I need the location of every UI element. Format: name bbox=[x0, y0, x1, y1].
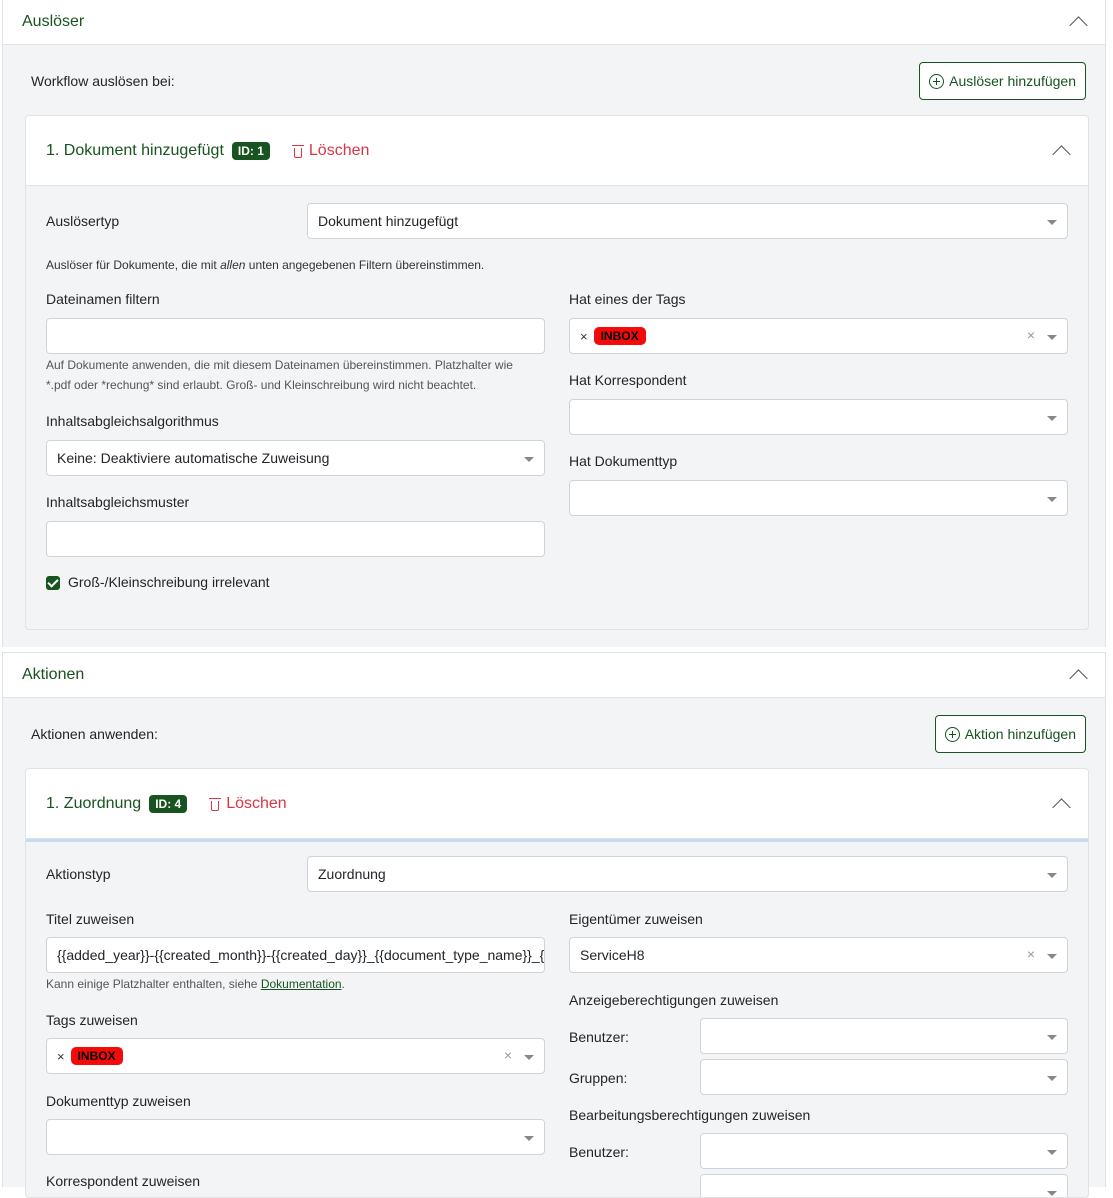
trigger-card-header[interactable]: 1. Dokument hinzugefügt ID: 1 Löschen bbox=[26, 116, 1088, 186]
chevron-down-icon bbox=[524, 457, 534, 462]
trigger-type-label: Auslösertyp bbox=[46, 213, 120, 229]
chevron-down-icon bbox=[1047, 1076, 1057, 1081]
action-type-label: Aktionstyp bbox=[46, 866, 111, 882]
assign-tags-select[interactable]: × INBOX × bbox=[46, 1038, 545, 1074]
chevron-up-icon[interactable] bbox=[1052, 797, 1071, 817]
chevron-down-icon bbox=[1047, 335, 1057, 340]
assign-title-input[interactable]: {{added_year}}-{{created_month}}-{{creat… bbox=[46, 937, 545, 973]
case-insensitive-label: Groß-/Kleinschreibung irrelevant bbox=[68, 574, 270, 590]
view-users-select[interactable] bbox=[700, 1018, 1068, 1054]
action-type-value: Zuordnung bbox=[318, 866, 386, 882]
chevron-down-icon bbox=[1047, 954, 1057, 959]
remove-tag-icon[interactable]: × bbox=[580, 329, 588, 344]
actions-section-header[interactable]: Aktionen bbox=[2, 652, 1106, 698]
trigger-card-title: 1. Dokument hinzugefügt bbox=[46, 141, 224, 159]
id-badge: ID: 4 bbox=[149, 794, 188, 813]
clear-icon[interactable]: × bbox=[1027, 946, 1035, 962]
view-groups-label: Gruppen: bbox=[569, 1070, 628, 1086]
assign-tags-label: Tags zuweisen bbox=[46, 1012, 138, 1028]
view-groups-select[interactable] bbox=[700, 1059, 1068, 1095]
chevron-up-icon[interactable] bbox=[1052, 144, 1071, 164]
action-card-title: 1. Zuordnung bbox=[46, 794, 142, 812]
delete-action-button[interactable]: Löschen bbox=[209, 795, 287, 813]
chevron-up-icon[interactable] bbox=[1069, 16, 1088, 35]
filename-filter-input[interactable] bbox=[46, 318, 545, 354]
add-trigger-button[interactable]: Auslöser hinzufügen bbox=[919, 62, 1086, 100]
has-correspondent-label: Hat Korrespondent bbox=[569, 372, 687, 388]
trigger-type-select[interactable]: Dokument hinzugefügt bbox=[307, 203, 1068, 239]
triggers-section-body: Workflow auslösen bei: Auslöser hinzufüg… bbox=[2, 45, 1106, 647]
edit-groups-select[interactable] bbox=[700, 1174, 1068, 1197]
actions-section-body: Aktionen anwenden: Aktion hinzufügen 1. … bbox=[2, 698, 1106, 1198]
remove-tag-icon[interactable]: × bbox=[57, 1049, 65, 1064]
triggers-lead-label: Workflow auslösen bei: bbox=[31, 73, 175, 89]
plus-circle-icon bbox=[929, 73, 945, 89]
plus-circle-icon bbox=[944, 726, 960, 742]
add-action-button[interactable]: Aktion hinzufügen bbox=[934, 715, 1086, 753]
edit-users-select[interactable] bbox=[700, 1133, 1068, 1169]
chevron-down-icon bbox=[1047, 1150, 1057, 1155]
chevron-down-icon bbox=[1047, 220, 1057, 225]
matching-pattern-input[interactable] bbox=[46, 521, 545, 557]
add-trigger-label: Auslöser hinzufügen bbox=[949, 73, 1076, 89]
assign-title-label: Titel zuweisen bbox=[46, 911, 135, 927]
chevron-down-icon bbox=[524, 1136, 534, 1141]
assign-title-value: {{added_year}}-{{created_month}}-{{creat… bbox=[57, 947, 545, 963]
chevron-up-icon[interactable] bbox=[1069, 669, 1088, 688]
trigger-card: 1. Dokument hinzugefügt ID: 1 Löschen Au… bbox=[25, 115, 1089, 630]
delete-label: Löschen bbox=[226, 794, 287, 812]
assign-title-help: Kann einige Platzhalter enthalten, siehe… bbox=[46, 977, 345, 991]
action-card-header[interactable]: 1. Zuordnung ID: 4 Löschen bbox=[26, 769, 1088, 839]
filename-filter-label: Dateinamen filtern bbox=[46, 291, 160, 307]
triggers-section-title: Auslöser bbox=[22, 13, 85, 30]
tag-chip-inbox: INBOX bbox=[70, 1047, 123, 1065]
documentation-link[interactable]: Dokumentation bbox=[261, 977, 342, 991]
has-doctype-select[interactable] bbox=[569, 480, 1068, 516]
action-card: 1. Zuordnung ID: 4 Löschen Aktionstyp Zu… bbox=[25, 768, 1089, 1198]
view-permissions-label: Anzeigeberechtigungen zuweisen bbox=[569, 992, 779, 1008]
has-doctype-label: Hat Dokumenttyp bbox=[569, 453, 678, 469]
assign-owner-select[interactable]: ServiceH8 × bbox=[569, 937, 1068, 973]
add-action-label: Aktion hinzufügen bbox=[964, 726, 1076, 742]
assign-owner-label: Eigentümer zuweisen bbox=[569, 911, 703, 927]
actions-section-title: Aktionen bbox=[22, 666, 85, 683]
filename-help-line-1: Auf Dokumente anwenden, die mit diesem D… bbox=[46, 358, 513, 372]
chevron-down-icon bbox=[1047, 1035, 1057, 1040]
has-tags-select[interactable]: × INBOX × bbox=[569, 318, 1068, 354]
filename-help-line-2: *.pdf oder *rechung* sind erlaubt. Groß-… bbox=[46, 378, 477, 392]
trash-icon bbox=[209, 797, 222, 811]
trigger-type-value: Dokument hinzugefügt bbox=[318, 213, 459, 229]
chevron-down-icon bbox=[1047, 873, 1057, 878]
view-users-label: Benutzer: bbox=[569, 1029, 629, 1045]
triggers-section-header[interactable]: Auslöser bbox=[2, 0, 1106, 45]
clear-icon[interactable]: × bbox=[1027, 327, 1035, 343]
trash-icon bbox=[291, 144, 304, 158]
matching-algorithm-value: Keine: Deaktiviere automatische Zuweisun… bbox=[57, 450, 330, 466]
matching-algorithm-select[interactable]: Keine: Deaktiviere automatische Zuweisun… bbox=[46, 440, 545, 476]
chevron-down-icon bbox=[1047, 416, 1057, 421]
matching-algorithm-label: Inhaltsabgleichsalgorithmus bbox=[46, 413, 219, 429]
edit-users-label: Benutzer: bbox=[569, 1144, 629, 1160]
has-correspondent-select[interactable] bbox=[569, 399, 1068, 435]
trigger-help-text: Auslöser für Dokumente, die mit allen un… bbox=[46, 258, 485, 272]
chevron-down-icon bbox=[1047, 497, 1057, 502]
chevron-down-icon bbox=[1047, 1191, 1057, 1196]
edit-permissions-label: Bearbeitungsberechtigungen zuweisen bbox=[569, 1107, 811, 1123]
tag-chip-inbox: INBOX bbox=[593, 327, 646, 345]
assign-doctype-label: Dokumenttyp zuweisen bbox=[46, 1093, 191, 1109]
chevron-down-icon bbox=[524, 1055, 534, 1060]
action-type-select[interactable]: Zuordnung bbox=[307, 856, 1068, 892]
has-tags-label: Hat eines der Tags bbox=[569, 291, 686, 307]
clear-icon[interactable]: × bbox=[504, 1047, 512, 1063]
case-insensitive-checkbox[interactable] bbox=[46, 576, 60, 590]
id-badge: ID: 1 bbox=[231, 141, 270, 160]
delete-label: Löschen bbox=[308, 141, 370, 159]
assign-owner-value: ServiceH8 bbox=[580, 947, 645, 963]
assign-doctype-select[interactable] bbox=[46, 1119, 545, 1155]
delete-trigger-button[interactable]: Löschen bbox=[291, 141, 370, 160]
actions-lead-label: Aktionen anwenden: bbox=[31, 726, 158, 742]
matching-pattern-label: Inhaltsabgleichsmuster bbox=[46, 494, 190, 510]
